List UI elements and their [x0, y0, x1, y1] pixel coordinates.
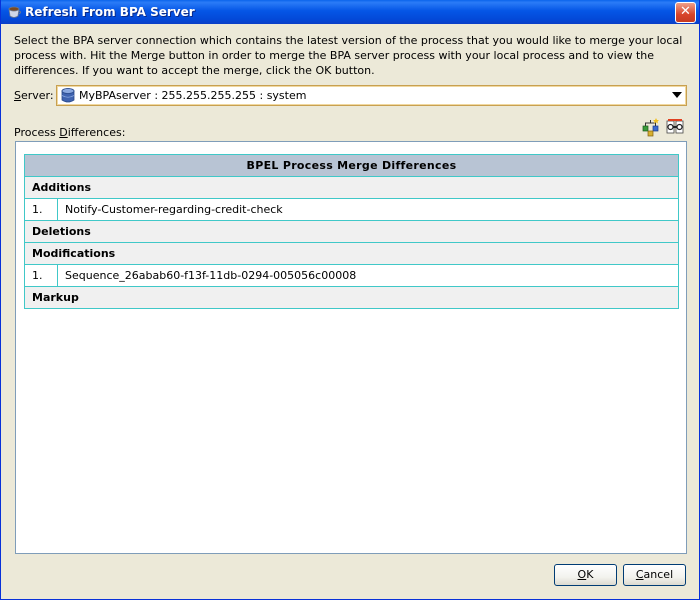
- section-label: Additions: [24, 176, 679, 199]
- ok-button[interactable]: OK: [554, 564, 617, 586]
- section-additions: Additions: [24, 176, 679, 199]
- item-number: 1.: [24, 264, 58, 287]
- section-deletions: Deletions: [24, 220, 679, 243]
- refresh-from-bpa-dialog: Refresh From BPA Server ✕ Select the BPA…: [0, 0, 700, 600]
- process-differences-panel[interactable]: BPEL Process Merge Differences Additions…: [15, 141, 687, 554]
- server-dropdown[interactable]: MyBPAserver : 255.255.255.255 : system: [56, 85, 687, 106]
- section-label: Deletions: [24, 220, 679, 243]
- compare-icon[interactable]: [665, 117, 685, 137]
- database-icon: [61, 88, 75, 103]
- section-label: Markup: [24, 286, 679, 309]
- table-row[interactable]: 1. Notify-Customer-regarding-credit-chec…: [24, 198, 679, 221]
- close-button[interactable]: ✕: [675, 2, 696, 23]
- item-number: 1.: [24, 198, 58, 221]
- process-differences-label: Process Differences:: [14, 126, 126, 139]
- section-label: Modifications: [24, 242, 679, 265]
- section-modifications: Modifications: [24, 242, 679, 265]
- window-title: Refresh From BPA Server: [25, 5, 195, 19]
- server-selected-value: MyBPAserver : 255.255.255.255 : system: [79, 89, 307, 102]
- app-cup-icon: [6, 4, 22, 20]
- section-markup: Markup: [24, 286, 679, 309]
- cancel-button[interactable]: Cancel: [623, 564, 686, 586]
- server-label: Server:: [14, 89, 54, 102]
- merge-icon[interactable]: [641, 117, 661, 137]
- item-text: Notify-Customer-regarding-credit-check: [57, 198, 679, 221]
- merge-differences-table: BPEL Process Merge Differences Additions…: [24, 154, 679, 309]
- table-title: BPEL Process Merge Differences: [24, 154, 679, 177]
- instructions-text: Select the BPA server connection which c…: [14, 34, 683, 77]
- table-row[interactable]: 1. Sequence_26abab60-f13f-11db-0294-0050…: [24, 264, 679, 287]
- chevron-down-icon[interactable]: [672, 92, 682, 98]
- item-text: Sequence_26abab60-f13f-11db-0294-005056c…: [57, 264, 679, 287]
- title-bar[interactable]: Refresh From BPA Server ✕: [1, 0, 699, 24]
